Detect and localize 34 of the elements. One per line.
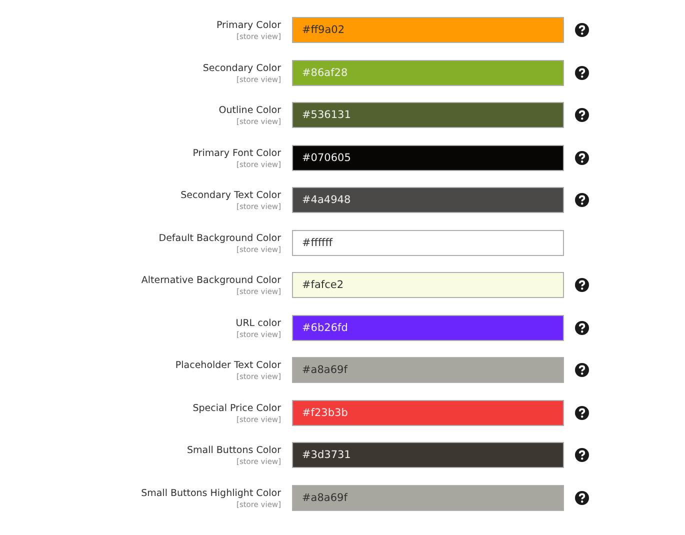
color-input[interactable]: #f23b3b xyxy=(292,400,564,426)
color-input[interactable]: #6b26fd xyxy=(292,314,564,340)
field-label: Small Buttons Highlight Color xyxy=(141,486,281,500)
color-input[interactable]: #4a4948 xyxy=(292,187,564,213)
color-input[interactable]: #070605 xyxy=(292,144,564,170)
color-input[interactable]: #536131 xyxy=(292,102,564,128)
field-label: Special Price Color xyxy=(192,402,281,414)
field-label: Small Buttons Color xyxy=(187,444,281,457)
help-icon[interactable] xyxy=(575,66,589,80)
field-label: Default Background Color xyxy=(158,232,281,244)
color-input[interactable]: #3d3731 xyxy=(292,442,564,468)
color-input[interactable]: #a8a69f xyxy=(292,357,564,383)
help-icon[interactable] xyxy=(575,23,589,37)
field-label: Alternative Background Color xyxy=(141,274,281,287)
help-icon[interactable] xyxy=(575,193,589,207)
help-icon[interactable] xyxy=(575,278,589,292)
help-icon[interactable] xyxy=(575,150,589,164)
help-icon[interactable] xyxy=(575,320,589,334)
field-label: Primary Font Color xyxy=(192,146,281,160)
help-icon[interactable] xyxy=(575,363,589,377)
field-label: Secondary Color xyxy=(202,62,281,74)
help-icon[interactable] xyxy=(575,406,589,420)
help-icon[interactable] xyxy=(575,490,589,504)
field-label: Placeholder Text Color xyxy=(175,359,281,372)
color-input[interactable]: #ffffff xyxy=(292,230,564,256)
field-label: Outline Color xyxy=(218,104,281,117)
color-input[interactable]: #fafce2 xyxy=(292,272,564,298)
field-label: URL color xyxy=(236,316,281,330)
help-icon[interactable] xyxy=(575,108,589,122)
color-input[interactable]: #a8a69f xyxy=(292,484,564,510)
help-icon[interactable] xyxy=(575,448,589,462)
color-input[interactable]: #ff9a02 xyxy=(292,17,564,43)
field-label: Secondary Text Color xyxy=(180,189,281,202)
field-label: Primary Color xyxy=(216,19,281,32)
